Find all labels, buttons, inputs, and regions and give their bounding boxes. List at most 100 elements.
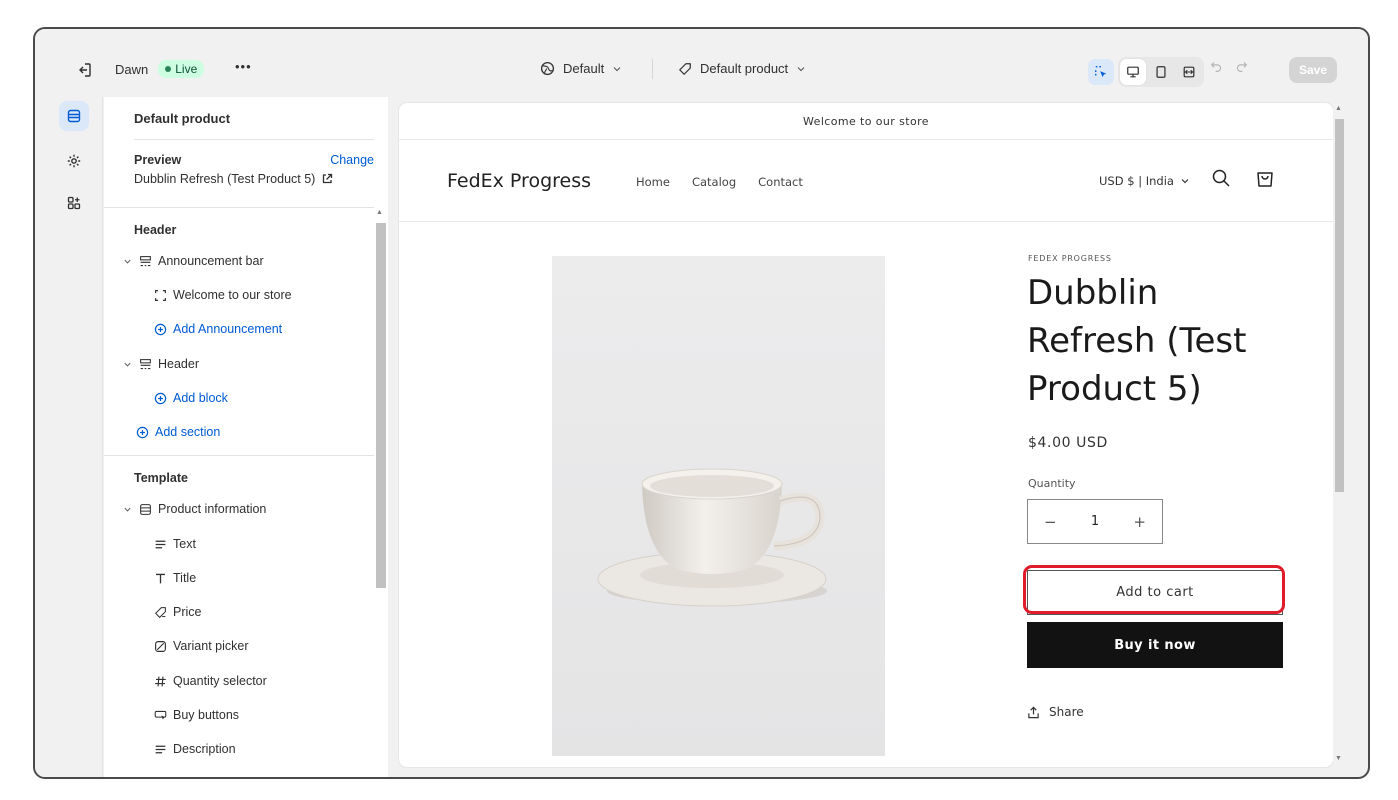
product-image[interactable]	[552, 256, 885, 756]
sidebar-item-label: Price	[173, 605, 202, 619]
sidebar-scrollbar[interactable]: ▲ ▼	[374, 209, 386, 777]
sidebar-item-label: Variant picker	[173, 639, 249, 653]
preview-label: Preview	[134, 153, 182, 167]
desktop-icon	[1127, 66, 1139, 78]
redo-icon[interactable]	[1235, 60, 1248, 73]
scrollbar-thumb[interactable]	[376, 223, 386, 588]
add-section-button[interactable]: Add section	[136, 425, 220, 439]
scroll-down-icon[interactable]: ▼	[1335, 755, 1342, 762]
undo-icon[interactable]	[1210, 60, 1223, 73]
section-icon	[140, 358, 151, 369]
product-vendor: FEDEX PROGRESS	[1028, 254, 1112, 263]
block-title[interactable]: Title	[154, 571, 196, 585]
add-block-button[interactable]: Add block	[154, 391, 228, 405]
section-announcement-bar[interactable]: Announcement bar	[121, 254, 264, 268]
store-logo[interactable]: FedEx Progress	[447, 170, 591, 192]
chevron-down-icon	[613, 66, 621, 71]
market-selector[interactable]: Default	[540, 61, 622, 76]
change-preview-link[interactable]: Change	[330, 153, 374, 167]
editor-rail	[35, 97, 103, 777]
announcement-bar[interactable]: Welcome to our store	[399, 103, 1333, 140]
currency-selector[interactable]: USD $ | India	[1099, 174, 1190, 188]
nav-contact[interactable]: Contact	[758, 175, 803, 189]
template-label: Default product	[700, 61, 789, 76]
sidebar-title: Default product	[134, 111, 231, 126]
editor-topbar: Dawn Live ••• Default Default product Sa…	[35, 29, 1368, 97]
sidebar-item-label: Announcement bar	[158, 254, 264, 268]
add-announcement-button[interactable]: Add Announcement	[154, 322, 282, 336]
button-click-icon	[154, 710, 167, 720]
more-actions-button[interactable]: •••	[235, 59, 252, 74]
quantity-decrease-button[interactable]: −	[1044, 513, 1057, 531]
block-variant-picker[interactable]: Variant picker	[154, 639, 249, 653]
section-icon	[140, 503, 151, 515]
quantity-label: Quantity	[1028, 477, 1076, 490]
buy-it-now-button[interactable]: Buy it now	[1027, 622, 1283, 668]
app-embeds-rail-button[interactable]	[59, 188, 89, 218]
add-to-cart-button[interactable]: Add to cart	[1027, 570, 1283, 615]
block-buy-buttons[interactable]: Buy buttons	[154, 708, 239, 722]
inspector-icon	[1095, 66, 1107, 78]
chevron-down-icon[interactable]	[123, 257, 132, 266]
mobile-view-button[interactable]	[1148, 59, 1174, 85]
viewport-group	[1118, 57, 1204, 87]
nav-home[interactable]: Home	[636, 175, 670, 189]
external-link-icon	[323, 173, 333, 184]
quantity-increase-button[interactable]: +	[1133, 513, 1146, 531]
sidebar-divider	[134, 139, 374, 140]
sidebar-item-label: Add Announcement	[173, 322, 283, 336]
product-price: $4.00 USD	[1028, 435, 1108, 451]
scrollbar-thumb[interactable]	[1335, 119, 1344, 492]
desktop-view-button[interactable]	[1120, 59, 1146, 85]
block-text[interactable]: Text	[154, 537, 196, 551]
sidebar-item-label: Header	[158, 357, 199, 371]
section-icon	[140, 255, 151, 266]
text-lines-icon	[155, 540, 166, 548]
theme-selector[interactable]: Dawn Live	[115, 60, 205, 78]
block-announcement[interactable]: Welcome to our store	[154, 288, 292, 302]
preview-product[interactable]: Dubblin Refresh (Test Product 5)	[134, 172, 333, 186]
gear-icon	[67, 154, 81, 168]
theme-settings-rail-button[interactable]	[59, 146, 89, 176]
template-selector[interactable]: Default product	[678, 61, 806, 76]
sidebar-item-label: Product information	[158, 502, 267, 516]
template-group-label: Template	[134, 471, 188, 485]
preview-product-name: Dubblin Refresh (Test Product 5)	[134, 172, 316, 186]
save-button[interactable]: Save	[1289, 57, 1338, 83]
currency-label: USD $ | India	[1099, 174, 1174, 188]
topbar-divider	[652, 59, 653, 79]
inspector-button[interactable]	[1088, 59, 1114, 85]
sidebar-item-label: Welcome to our store	[173, 288, 292, 302]
share-button[interactable]: Share	[1027, 705, 1084, 719]
exit-icon	[79, 63, 91, 77]
section-product-information[interactable]: Product information	[121, 502, 266, 516]
block-price[interactable]: Price	[154, 605, 201, 619]
fullwidth-view-button[interactable]	[1176, 59, 1202, 85]
scroll-up-icon[interactable]: ▲	[376, 209, 383, 216]
share-label: Share	[1049, 705, 1084, 719]
theme-name: Dawn	[115, 61, 149, 77]
exit-button[interactable]	[73, 59, 95, 81]
preview-scrollbar[interactable]: ▲ ▼	[1333, 103, 1345, 767]
share-icon	[1028, 706, 1039, 718]
preview-tools	[1088, 57, 1204, 87]
sections-rail-button[interactable]	[59, 101, 89, 131]
price-tag-icon	[155, 606, 166, 618]
chevron-down-icon[interactable]	[123, 505, 132, 514]
header-group-label: Header	[134, 223, 177, 237]
scroll-up-icon[interactable]: ▲	[1335, 105, 1342, 112]
block-quantity-selector[interactable]: Quantity selector	[154, 674, 267, 688]
plus-circle-icon	[154, 323, 167, 335]
store-search-button[interactable]	[1211, 168, 1231, 193]
plus-circle-icon	[154, 392, 167, 404]
section-header[interactable]: Header	[121, 357, 199, 371]
block-description[interactable]: Description	[154, 742, 236, 756]
quantity-input[interactable]: 1	[1091, 514, 1099, 529]
hash-icon	[155, 676, 166, 686]
sidebar-item-label: Add section	[155, 425, 221, 439]
nav-catalog[interactable]: Catalog	[692, 175, 736, 189]
sidebar-item-label: Add block	[173, 391, 228, 405]
chevron-down-icon	[1181, 179, 1189, 184]
chevron-down-icon[interactable]	[123, 360, 132, 369]
cart-button[interactable]	[1254, 167, 1276, 194]
